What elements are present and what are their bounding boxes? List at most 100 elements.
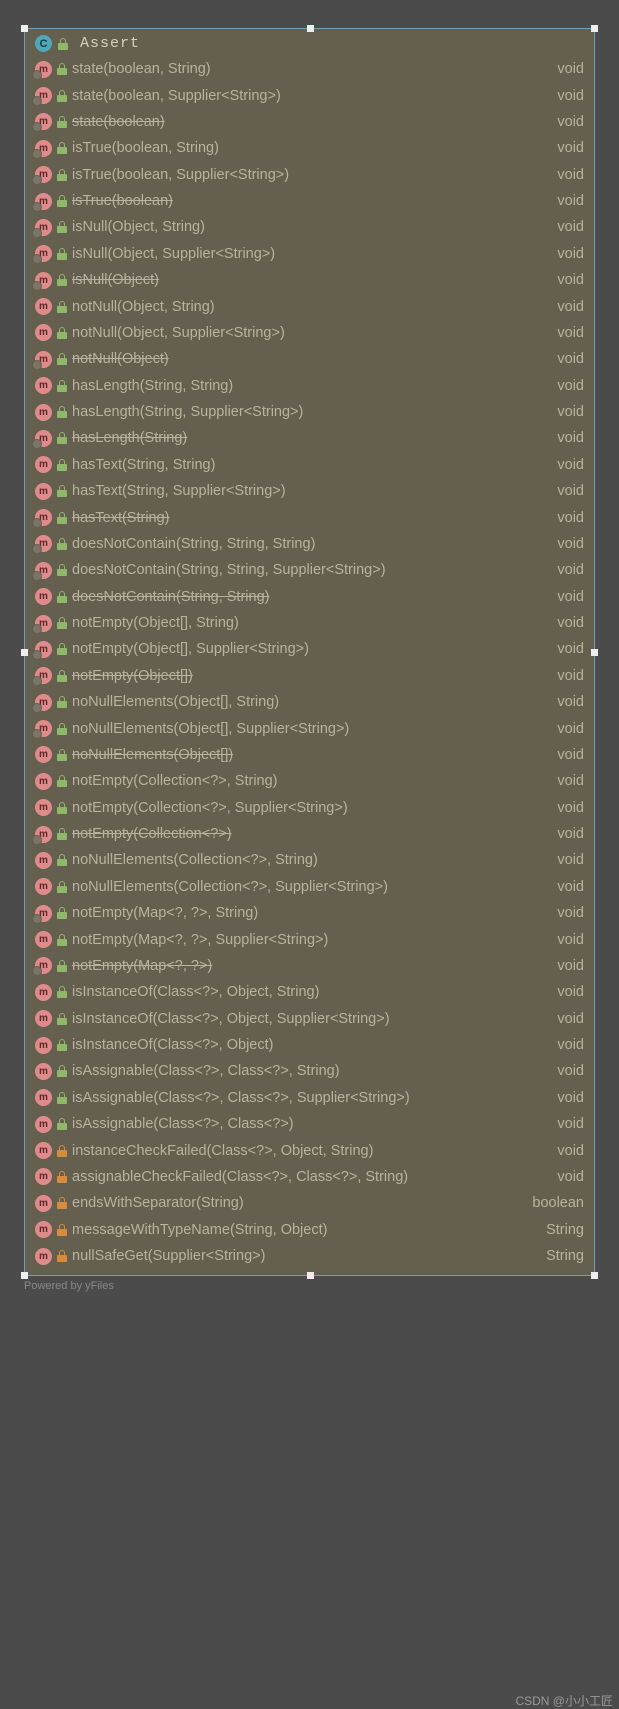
method-row[interactable]: minstanceCheckFailed(Class<?>, Object, S… [25, 1137, 594, 1163]
resize-handle[interactable] [21, 649, 28, 656]
method-row[interactable]: mnotEmpty(Object[], Supplier<String>)voi… [25, 636, 594, 662]
method-signature: instanceCheckFailed(Class<?>, Object, St… [72, 1143, 546, 1159]
method-row[interactable]: mhasText(String, Supplier<String>)void [25, 478, 594, 504]
lock-icon [57, 564, 67, 576]
method-signature: state(boolean, String) [72, 61, 546, 77]
method-icon: m [35, 166, 52, 183]
method-signature: assignableCheckFailed(Class<?>, Class<?>… [72, 1169, 546, 1185]
method-row[interactable]: misTrue(boolean, Supplier<String>)void [25, 162, 594, 188]
method-row[interactable]: mnotEmpty(Map<?, ?>, Supplier<String>)vo… [25, 926, 594, 952]
method-row[interactable]: mdoesNotContain(String, String)void [25, 584, 594, 610]
lock-icon [57, 1171, 67, 1183]
method-row[interactable]: mnotEmpty(Collection<?>, String)void [25, 768, 594, 794]
class-header-row[interactable]: C Assert [25, 29, 594, 56]
return-type: void [557, 615, 584, 631]
method-row[interactable]: mhasLength(String)void [25, 425, 594, 451]
members-list: mstate(boolean, String)voidmstate(boolea… [25, 56, 594, 1269]
method-row[interactable]: mhasLength(String, String)void [25, 373, 594, 399]
method-icon: m [35, 377, 52, 394]
method-icon: m [35, 272, 52, 289]
method-icon: m [35, 905, 52, 922]
method-row[interactable]: misAssignable(Class<?>, Class<?>)void [25, 1111, 594, 1137]
method-row[interactable]: misTrue(boolean, String)void [25, 135, 594, 161]
method-signature: notNull(Object) [72, 351, 546, 367]
lock-icon [57, 1065, 67, 1077]
method-row[interactable]: misNull(Object, Supplier<String>)void [25, 241, 594, 267]
return-type: void [557, 351, 584, 367]
method-signature: hasText(String) [72, 510, 546, 526]
method-signature: notNull(Object, String) [72, 299, 546, 315]
method-icon: m [35, 641, 52, 658]
method-signature: notEmpty(Map<?, ?>, String) [72, 905, 546, 921]
return-type: void [557, 826, 584, 842]
lock-icon [57, 749, 67, 761]
lock-icon [57, 90, 67, 102]
method-row[interactable]: massignableCheckFailed(Class<?>, Class<?… [25, 1164, 594, 1190]
resize-handle[interactable] [591, 649, 598, 656]
method-signature: isTrue(boolean, String) [72, 140, 546, 156]
method-row[interactable]: mdoesNotContain(String, String, Supplier… [25, 557, 594, 583]
method-row[interactable]: mnoNullElements(Collection<?>, Supplier<… [25, 874, 594, 900]
return-type: void [557, 1143, 584, 1159]
method-row[interactable]: misInstanceOf(Class<?>, Object)void [25, 1032, 594, 1058]
method-signature: notEmpty(Map<?, ?>, Supplier<String>) [72, 932, 546, 948]
method-row[interactable]: mnotNull(Object, String)void [25, 293, 594, 319]
method-row[interactable]: mstate(boolean, String)void [25, 56, 594, 82]
method-row[interactable]: misTrue(boolean)void [25, 188, 594, 214]
method-icon: m [35, 1195, 52, 1212]
class-structure-panel[interactable]: C Assert mstate(boolean, String)voidmsta… [24, 28, 595, 1276]
method-row[interactable]: mhasText(String, String)void [25, 452, 594, 478]
method-row[interactable]: mdoesNotContain(String, String, String)v… [25, 531, 594, 557]
lock-icon [57, 854, 67, 866]
method-signature: messageWithTypeName(String, Object) [72, 1222, 535, 1238]
resize-handle[interactable] [21, 25, 28, 32]
method-row[interactable]: mnotNull(Object, Supplier<String>)void [25, 320, 594, 346]
method-row[interactable]: misAssignable(Class<?>, Class<?>, Suppli… [25, 1085, 594, 1111]
method-signature: isAssignable(Class<?>, Class<?>) [72, 1116, 546, 1132]
return-type: void [557, 272, 584, 288]
method-row[interactable]: mnoNullElements(Object[])void [25, 742, 594, 768]
method-row[interactable]: mnotEmpty(Collection<?>, Supplier<String… [25, 795, 594, 821]
method-row[interactable]: misInstanceOf(Class<?>, Object, String)v… [25, 979, 594, 1005]
method-row[interactable]: misNull(Object, String)void [25, 214, 594, 240]
method-row[interactable]: mhasText(String)void [25, 504, 594, 530]
method-row[interactable]: mnullSafeGet(Supplier<String>)String [25, 1243, 594, 1269]
method-row[interactable]: mnoNullElements(Collection<?>, String)vo… [25, 847, 594, 873]
method-icon: m [35, 826, 52, 843]
method-row[interactable]: misAssignable(Class<?>, Class<?>, String… [25, 1058, 594, 1084]
lock-icon [57, 934, 67, 946]
method-row[interactable]: mnotEmpty(Object[], String)void [25, 610, 594, 636]
method-signature: endsWithSeparator(String) [72, 1195, 521, 1211]
method-signature: notEmpty(Object[]) [72, 668, 546, 684]
method-signature: notEmpty(Object[], Supplier<String>) [72, 641, 546, 657]
method-icon: m [35, 1116, 52, 1133]
method-row[interactable]: mstate(boolean)void [25, 109, 594, 135]
return-type: void [557, 1090, 584, 1106]
method-icon: m [35, 720, 52, 737]
method-row[interactable]: misInstanceOf(Class<?>, Object, Supplier… [25, 1006, 594, 1032]
method-row[interactable]: mnoNullElements(Object[], String)void [25, 689, 594, 715]
lock-icon [57, 986, 67, 998]
method-row[interactable]: mnotEmpty(Collection<?>)void [25, 821, 594, 847]
resize-handle[interactable] [307, 1272, 314, 1279]
method-row[interactable]: mhasLength(String, Supplier<String>)void [25, 399, 594, 425]
resize-handle[interactable] [21, 1272, 28, 1279]
method-row[interactable]: mnotNull(Object)void [25, 346, 594, 372]
method-row[interactable]: misNull(Object)void [25, 267, 594, 293]
method-row[interactable]: mnotEmpty(Map<?, ?>, String)void [25, 900, 594, 926]
method-row[interactable]: mstate(boolean, Supplier<String>)void [25, 82, 594, 108]
return-type: void [557, 852, 584, 868]
method-icon: m [35, 324, 52, 341]
resize-handle[interactable] [591, 25, 598, 32]
resize-handle[interactable] [307, 25, 314, 32]
lock-icon [57, 670, 67, 682]
lock-icon [57, 116, 67, 128]
method-row[interactable]: mmessageWithTypeName(String, Object)Stri… [25, 1217, 594, 1243]
method-row[interactable]: mendsWithSeparator(String)boolean [25, 1190, 594, 1216]
class-icon: C [35, 35, 52, 52]
resize-handle[interactable] [591, 1272, 598, 1279]
method-row[interactable]: mnotEmpty(Map<?, ?>)void [25, 953, 594, 979]
method-row[interactable]: mnotEmpty(Object[])void [25, 663, 594, 689]
method-row[interactable]: mnoNullElements(Object[], Supplier<Strin… [25, 715, 594, 741]
lock-icon [57, 828, 67, 840]
